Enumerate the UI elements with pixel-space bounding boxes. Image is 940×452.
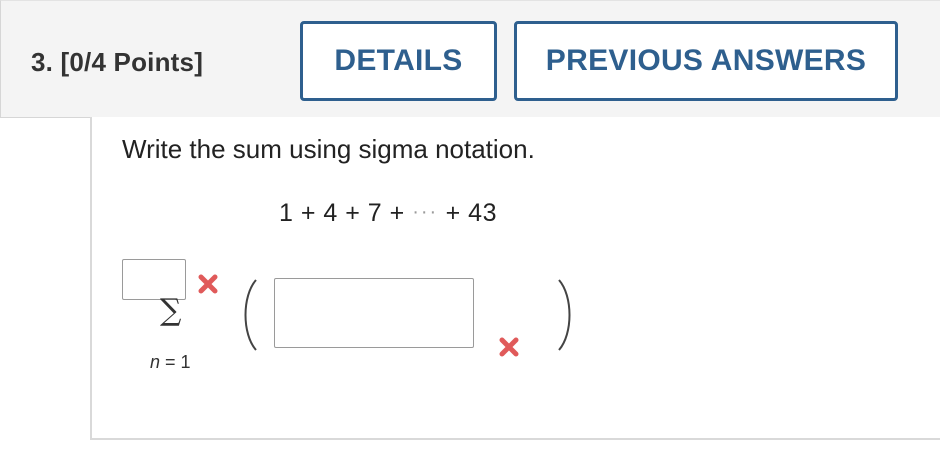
question-number: 3. <box>31 47 54 77</box>
left-parenthesis <box>236 278 262 352</box>
right-parenthesis <box>553 278 579 352</box>
sum-expression-end: + 43 <box>438 199 497 227</box>
question-points: [0/4 Points] <box>60 47 204 77</box>
sum-expression: 1 + 4 + 7 + ··· + 43 <box>279 199 497 228</box>
question-header: 3. [0/4 Points] DETAILS PREVIOUS ANSWERS <box>0 0 940 118</box>
question-page: 3. [0/4 Points] DETAILS PREVIOUS ANSWERS… <box>0 0 940 452</box>
x-mark-icon <box>196 272 220 296</box>
previous-answers-button[interactable]: PREVIOUS ANSWERS <box>514 21 898 101</box>
sigma-symbol: ∑ <box>160 293 182 328</box>
lower-limit-value: = 1 <box>160 352 191 372</box>
question-prompt: Write the sum using sigma notation. <box>122 134 535 164</box>
question-title: 3. [0/4 Points] <box>31 47 203 78</box>
details-button[interactable]: DETAILS <box>300 21 497 101</box>
lower-limit: n = 1 <box>150 352 191 373</box>
sum-expression-ellipsis: ··· <box>412 201 439 223</box>
x-mark-icon <box>497 335 521 359</box>
lower-limit-variable: n <box>150 352 161 372</box>
term-input[interactable] <box>274 278 474 348</box>
sum-expression-start: 1 + 4 + 7 + <box>279 199 413 227</box>
